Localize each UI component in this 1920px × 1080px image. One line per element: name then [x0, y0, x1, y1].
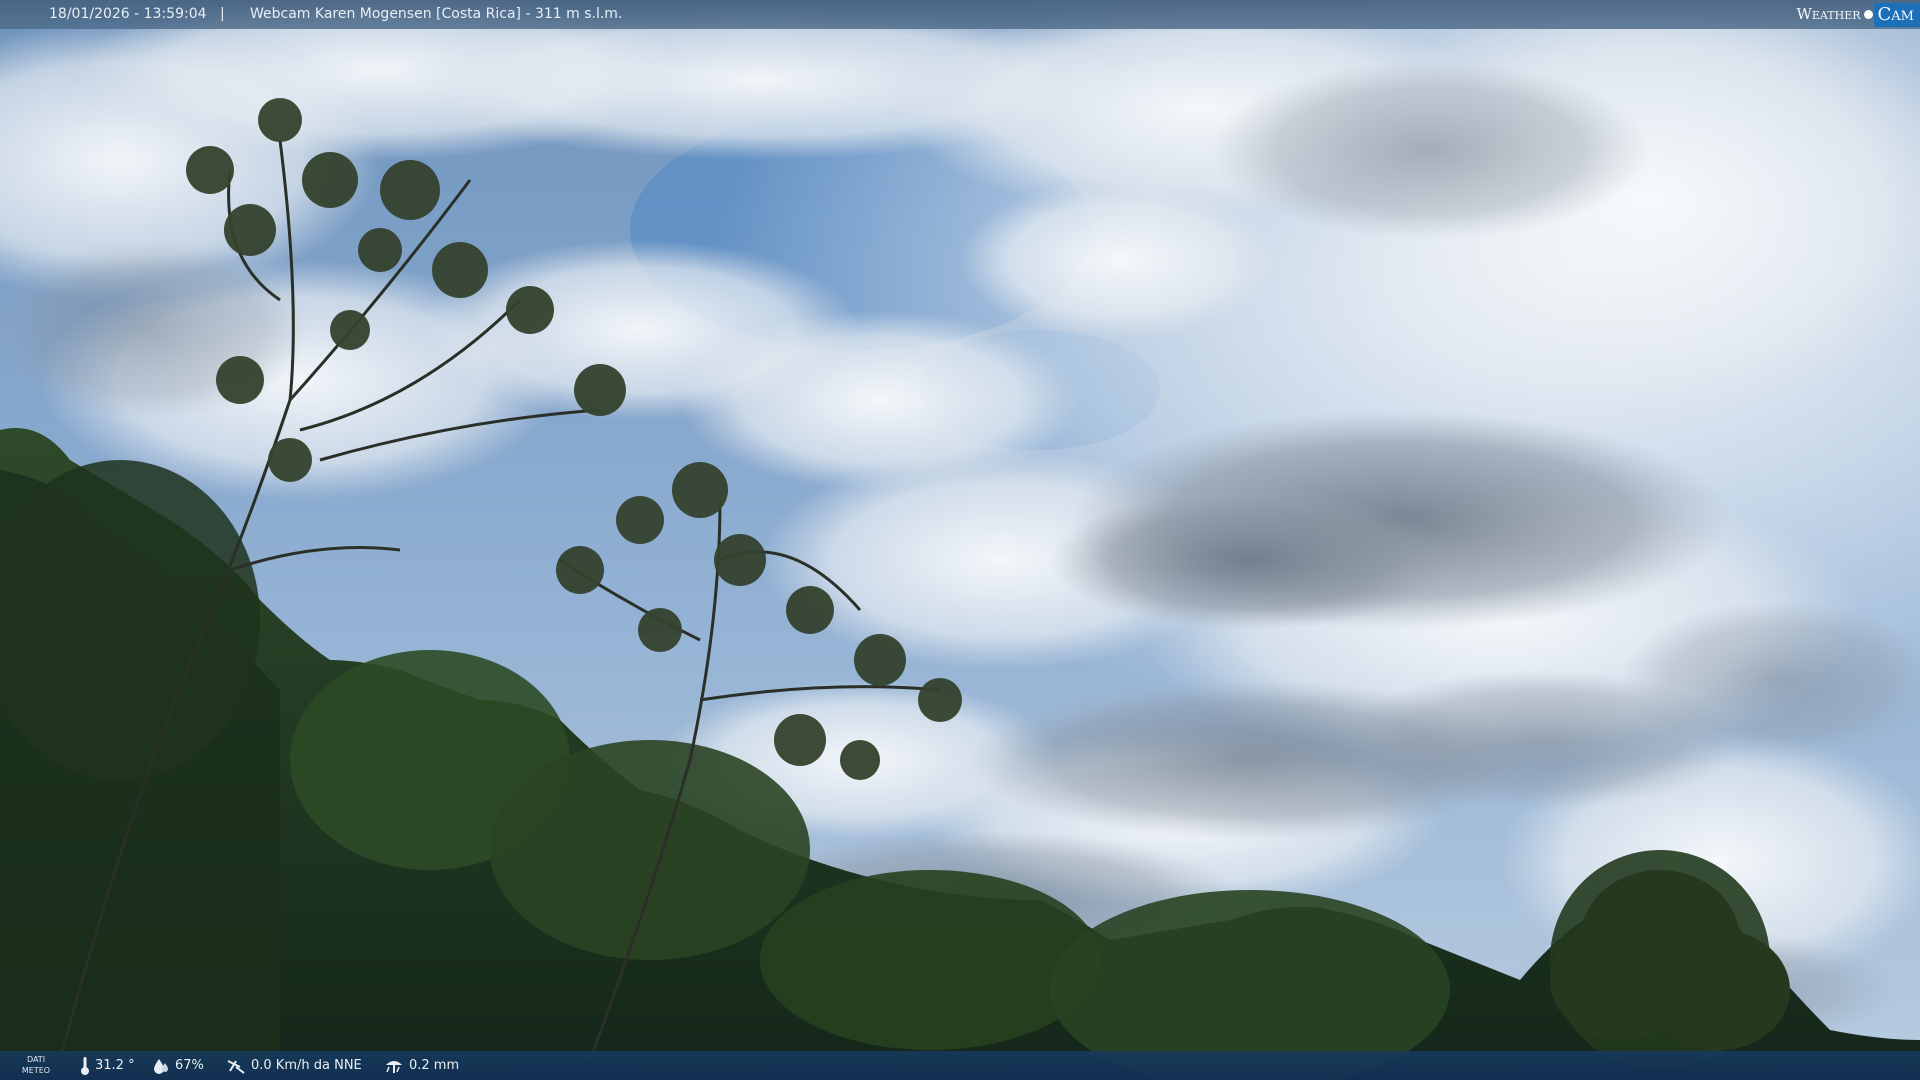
wind-icon	[227, 1059, 245, 1074]
top-overlay-bar: 18/01/2026 - 13:59:04 | Webcam Karen Mog…	[0, 0, 1920, 29]
webcam-image	[0, 0, 1920, 1080]
humidity-stat: 67%	[152, 1051, 204, 1080]
rain-stat: 0.2 mm	[384, 1051, 459, 1080]
thermometer-icon	[81, 1056, 89, 1075]
rain-value: 0.2 mm	[409, 1058, 460, 1073]
rain-gauge-icon	[386, 1060, 402, 1073]
meteo-data-label: DATI METEO	[21, 1055, 51, 1075]
humidity-value: 67%	[175, 1058, 204, 1073]
brand-weather-text: Weather	[1796, 5, 1861, 23]
timestamp: 18/01/2026 - 13:59:04	[49, 6, 207, 22]
brand-dot-icon	[1863, 10, 1873, 19]
weathercam-logo: Weather Cam	[1796, 0, 1920, 29]
wind-value: 0.0 Km/h da NNE	[251, 1058, 362, 1073]
brand-cam-text: Cam	[1873, 2, 1920, 27]
camera-title: Webcam Karen Mogensen [Costa Rica] - 311…	[250, 6, 623, 22]
weather-data-bar: DATI METEO 31.2 ° 67% 0.0 Km/h da NNE 0.2…	[0, 1051, 1920, 1080]
water-drop-icon	[154, 1058, 168, 1074]
sky-and-forest-scene	[0, 0, 1920, 1080]
temperature-value: 31.2 °	[95, 1058, 135, 1073]
wind-stat: 0.0 Km/h da NNE	[226, 1051, 362, 1080]
separator: |	[220, 6, 225, 22]
temperature-stat: 31.2 °	[80, 1051, 135, 1080]
